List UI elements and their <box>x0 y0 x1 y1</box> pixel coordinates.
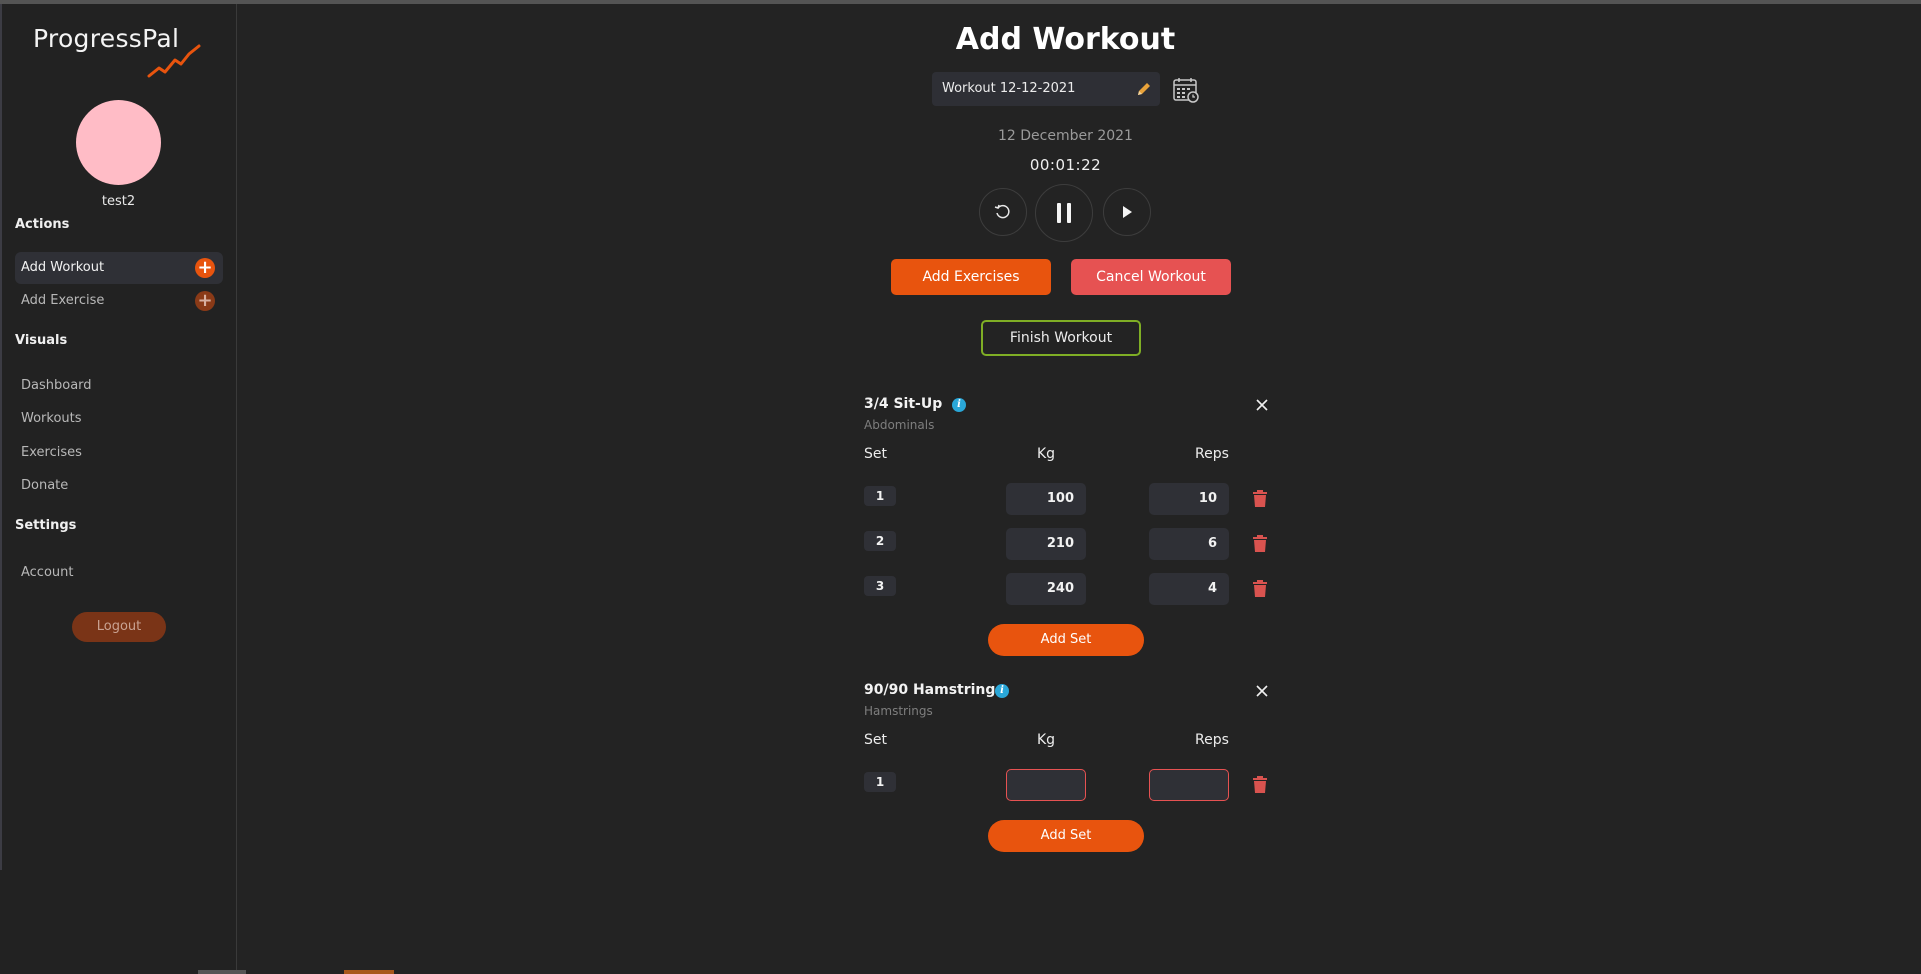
plus-circle-icon[interactable]: + <box>195 258 215 278</box>
sidebar-item-label: Donate <box>21 478 69 493</box>
info-icon[interactable]: i <box>995 684 1009 698</box>
sidebar-item-label: Dashboard <box>21 378 92 393</box>
workout-name-value: Workout 12-12-2021 <box>942 81 1076 96</box>
exercise-muscle: Hamstrings <box>864 704 933 718</box>
section-visuals: Visuals <box>15 333 68 348</box>
exercise-name: 90/90 Hamstring <box>864 682 996 698</box>
reset-icon <box>994 204 1010 219</box>
pause-timer-button[interactable] <box>1035 184 1093 242</box>
sidebar-item-label: Add Workout <box>21 260 105 275</box>
username: test2 <box>101 194 136 209</box>
play-timer-button[interactable] <box>1103 188 1151 236</box>
column-header-reps: Reps <box>1195 446 1229 462</box>
exercise-card: 90/90 Hamstring i Hamstrings Set Kg Reps… <box>864 682 1274 852</box>
section-settings: Settings <box>15 518 77 533</box>
play-icon <box>1123 206 1132 218</box>
column-header-kg: Kg <box>1037 732 1056 748</box>
cancel-workout-button[interactable]: Cancel Workout <box>1071 259 1231 295</box>
exercise-card: 3/4 Sit-Up i Abdominals Set Kg Reps 1 10… <box>864 396 1274 656</box>
kg-input[interactable] <box>1006 769 1086 801</box>
kg-input[interactable]: 240 <box>1006 573 1086 605</box>
exercise-muscle: Abdominals <box>864 418 935 432</box>
finish-workout-button[interactable]: Finish Workout <box>981 320 1141 356</box>
reps-input[interactable]: 4 <box>1149 573 1229 605</box>
reps-input[interactable]: 6 <box>1149 528 1229 560</box>
set-number: 1 <box>864 772 896 792</box>
sidebar: ProgressPal test2 Actions Add Workout + … <box>0 4 237 974</box>
calendar-icon[interactable] <box>1172 76 1200 104</box>
sidebar-item-label: Account <box>21 565 74 580</box>
pencil-icon[interactable] <box>1136 81 1152 97</box>
workout-timer: 00:01:22 <box>1029 156 1102 174</box>
exercise-name: 3/4 Sit-Up <box>864 396 943 412</box>
sidebar-item-add-workout[interactable]: Add Workout + <box>15 252 223 284</box>
set-number: 3 <box>864 576 896 596</box>
sidebar-edge <box>0 4 2 870</box>
sidebar-item-dashboard[interactable]: Dashboard <box>15 370 223 402</box>
add-set-button[interactable]: Add Set <box>988 820 1144 852</box>
column-header-set: Set <box>864 732 887 748</box>
logout-button[interactable]: Logout <box>72 612 166 642</box>
trash-icon[interactable] <box>1252 580 1268 598</box>
sidebar-item-label: Add Exercise <box>21 293 105 308</box>
info-icon[interactable]: i <box>952 398 966 412</box>
trend-line-icon <box>147 44 201 78</box>
avatar[interactable] <box>76 100 161 185</box>
sidebar-item-label: Workouts <box>21 411 82 426</box>
set-number: 1 <box>864 486 896 506</box>
taskbar-fragment <box>198 970 246 974</box>
reset-timer-button[interactable] <box>979 188 1027 236</box>
close-icon[interactable] <box>1255 684 1269 698</box>
kg-input[interactable]: 210 <box>1006 528 1086 560</box>
plus-circle-icon[interactable]: + <box>195 291 215 311</box>
add-set-button[interactable]: Add Set <box>988 624 1144 656</box>
reps-input[interactable]: 10 <box>1149 483 1229 515</box>
column-header-reps: Reps <box>1195 732 1229 748</box>
page-title: Add Workout <box>955 22 1176 57</box>
sidebar-item-exercises[interactable]: Exercises <box>15 437 223 469</box>
reps-input[interactable] <box>1149 769 1229 801</box>
set-number: 2 <box>864 531 896 551</box>
app-logo[interactable]: ProgressPal <box>33 24 203 80</box>
close-icon[interactable] <box>1255 398 1269 412</box>
pause-icon <box>1057 203 1071 223</box>
sidebar-item-account[interactable]: Account <box>15 557 223 589</box>
sidebar-item-label: Exercises <box>21 445 82 460</box>
kg-input[interactable]: 100 <box>1006 483 1086 515</box>
workout-date: 12 December 2021 <box>998 128 1133 144</box>
sidebar-item-add-exercise[interactable]: Add Exercise + <box>15 285 223 317</box>
trash-icon[interactable] <box>1252 535 1268 553</box>
section-actions: Actions <box>15 217 70 232</box>
trash-icon[interactable] <box>1252 490 1268 508</box>
trash-icon[interactable] <box>1252 776 1268 794</box>
taskbar-fragment <box>344 970 394 974</box>
workout-name-field[interactable]: Workout 12-12-2021 <box>932 72 1160 106</box>
add-exercises-button[interactable]: Add Exercises <box>891 259 1051 295</box>
column-header-set: Set <box>864 446 887 462</box>
sidebar-item-donate[interactable]: Donate <box>15 470 223 502</box>
sidebar-item-workouts[interactable]: Workouts <box>15 403 223 435</box>
main-content: Add Workout Workout 12-12-2021 12 Decemb… <box>238 4 1921 974</box>
column-header-kg: Kg <box>1037 446 1056 462</box>
